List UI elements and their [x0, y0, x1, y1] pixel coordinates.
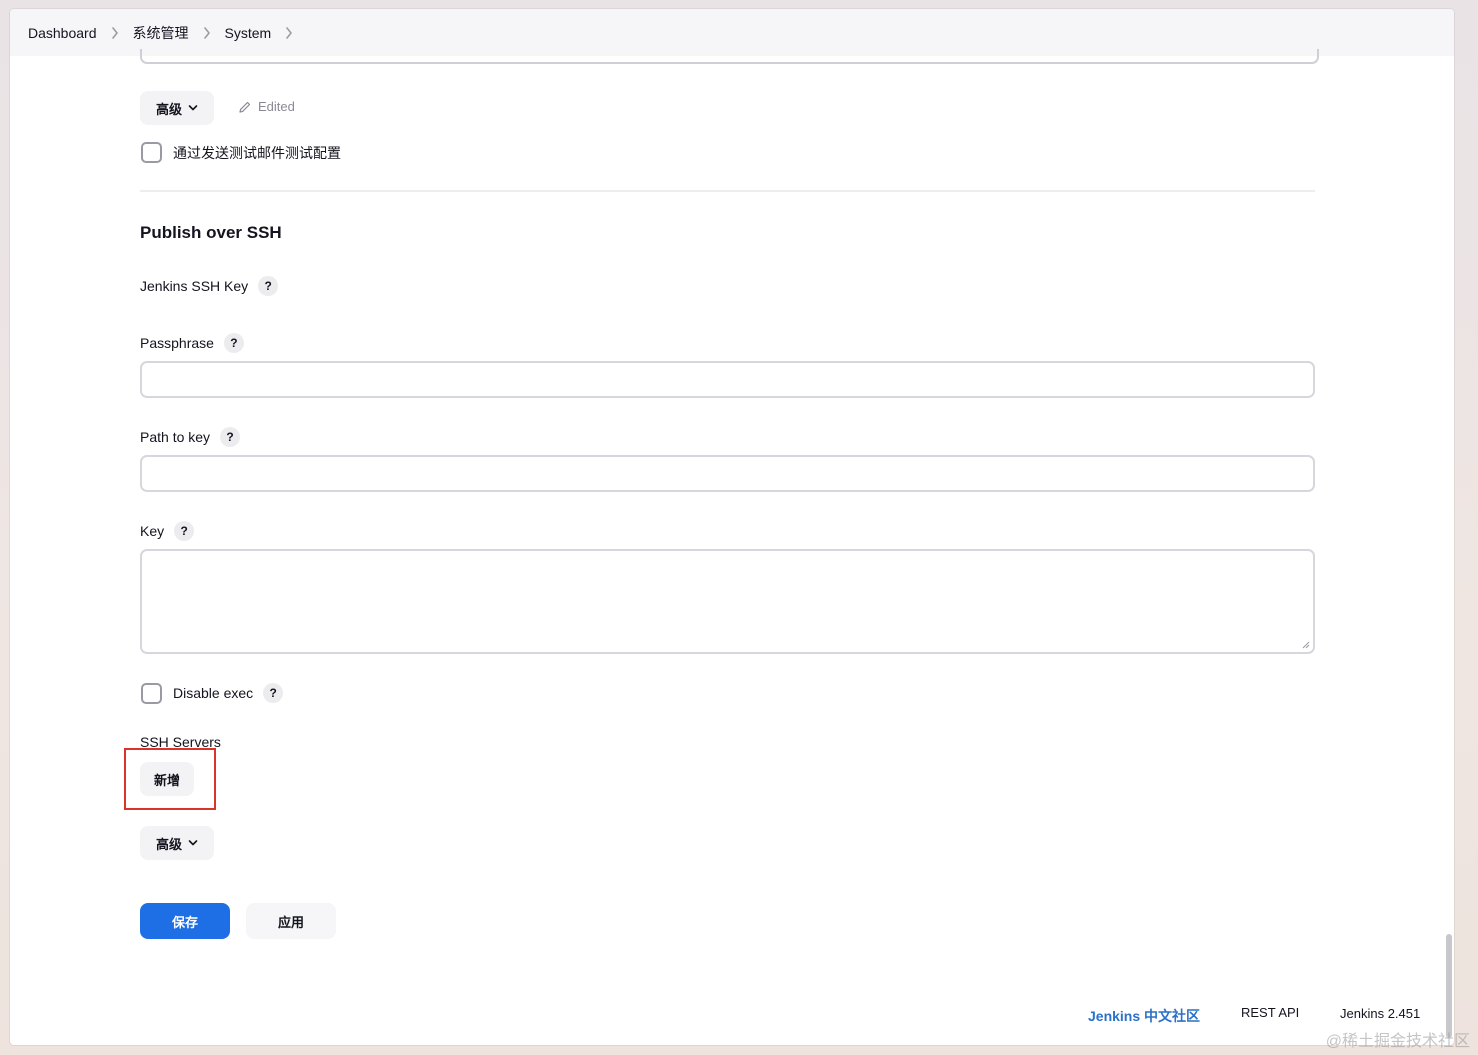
chevron-down-icon — [188, 105, 198, 111]
path-to-key-field-label: Path to key ? — [140, 427, 241, 447]
passphrase-field-label: Passphrase ? — [140, 333, 244, 353]
resize-handle-icon[interactable] — [1302, 641, 1310, 649]
advanced-button[interactable]: 高级 — [140, 91, 214, 125]
help-icon[interactable]: ? — [220, 427, 241, 447]
disable-exec-label[interactable]: Disable exec — [173, 685, 253, 701]
advanced-label: 高级 — [155, 101, 182, 117]
section-divider — [140, 190, 1315, 192]
path-to-key-input[interactable] — [140, 455, 1315, 492]
ssh-advanced-button[interactable]: 高级 — [140, 826, 214, 860]
add-ssh-server-button[interactable]: 新增 — [140, 762, 194, 796]
chevron-right-icon — [203, 26, 210, 39]
key-textarea[interactable] — [140, 549, 1315, 654]
chevron-right-icon — [111, 26, 118, 39]
chevron-right-icon — [286, 26, 292, 39]
section-title-publish-over-ssh: Publish over SSH — [140, 223, 282, 242]
passphrase-input[interactable] — [140, 361, 1315, 398]
apply-button[interactable]: 应用 — [246, 903, 336, 939]
previous-input-edge[interactable] — [140, 49, 1319, 64]
help-icon[interactable]: ? — [263, 683, 284, 703]
test-email-checkbox[interactable] — [141, 142, 162, 163]
scrollbar-thumb[interactable] — [1446, 934, 1452, 1038]
help-icon[interactable]: ? — [223, 333, 244, 353]
save-button[interactable]: 保存 — [140, 903, 230, 939]
breadcrumb-system-management[interactable]: 系统管理 — [133, 23, 189, 43]
key-label: Key — [140, 523, 165, 539]
help-icon[interactable]: ? — [174, 521, 195, 541]
path-to-key-label: Path to key — [140, 429, 211, 445]
ssh-advanced-label: 高级 — [155, 836, 182, 852]
edited-label: Edited — [258, 99, 295, 114]
breadcrumb-dashboard[interactable]: Dashboard — [28, 25, 97, 41]
help-icon[interactable]: ? — [258, 276, 279, 296]
footer-community-link[interactable]: Jenkins 中文社区 — [1088, 1006, 1200, 1026]
test-email-checkbox-label[interactable]: 通过发送测试邮件测试配置 — [173, 143, 341, 163]
edited-indicator: Edited — [238, 99, 295, 114]
footer-version[interactable]: Jenkins 2.451 — [1340, 1006, 1420, 1021]
jenkins-window: Dashboard 系统管理 System 高级 Edited 通过发送测试邮件… — [10, 9, 1454, 1045]
chevron-down-icon — [188, 840, 198, 846]
disable-exec-checkbox[interactable] — [141, 683, 162, 704]
watermark: @稀土掘金技术社区 — [1325, 1033, 1470, 1050]
pencil-icon — [239, 101, 251, 113]
key-field-label: Key ? — [140, 521, 195, 541]
footer-rest-api-link[interactable]: REST API — [1241, 1005, 1299, 1020]
jenkins-ssh-key-label: Jenkins SSH Key — [140, 278, 249, 294]
disable-exec-field: Disable exec ? — [173, 683, 284, 703]
breadcrumb-system[interactable]: System — [225, 25, 272, 41]
jenkins-ssh-key-field: Jenkins SSH Key ? — [140, 276, 279, 296]
passphrase-label: Passphrase — [140, 335, 214, 351]
